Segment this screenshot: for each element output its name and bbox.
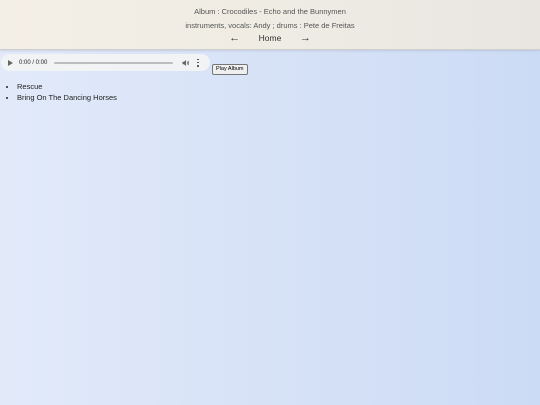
previous-arrow-icon[interactable]: ←	[225, 32, 245, 44]
time-display: 0:00 / 0:00	[19, 59, 48, 66]
more-options-icon[interactable]	[196, 58, 199, 67]
list-item[interactable]: Bring On The Dancing Horses	[17, 92, 117, 103]
volume-icon[interactable]	[182, 59, 190, 67]
track-list: Rescue Bring On The Dancing Horses	[17, 81, 117, 103]
play-album-button[interactable]: Play Album	[212, 64, 248, 75]
home-link[interactable]: Home	[259, 33, 282, 43]
audio-player: 0:00 / 0:00	[1, 54, 210, 71]
credits: instruments, vocals: Andy ; drums : Pete…	[185, 21, 355, 30]
page-header: Album : Crocodiles - Echo and the Bunnym…	[0, 0, 540, 50]
play-icon[interactable]	[8, 59, 13, 66]
progress-bar[interactable]	[54, 61, 174, 64]
next-arrow-icon[interactable]: →	[295, 32, 315, 44]
list-item[interactable]: Rescue	[17, 81, 117, 92]
navigation: ← Home →	[0, 32, 540, 44]
album-title: Album : Crocodiles - Echo and the Bunnym…	[194, 7, 346, 16]
